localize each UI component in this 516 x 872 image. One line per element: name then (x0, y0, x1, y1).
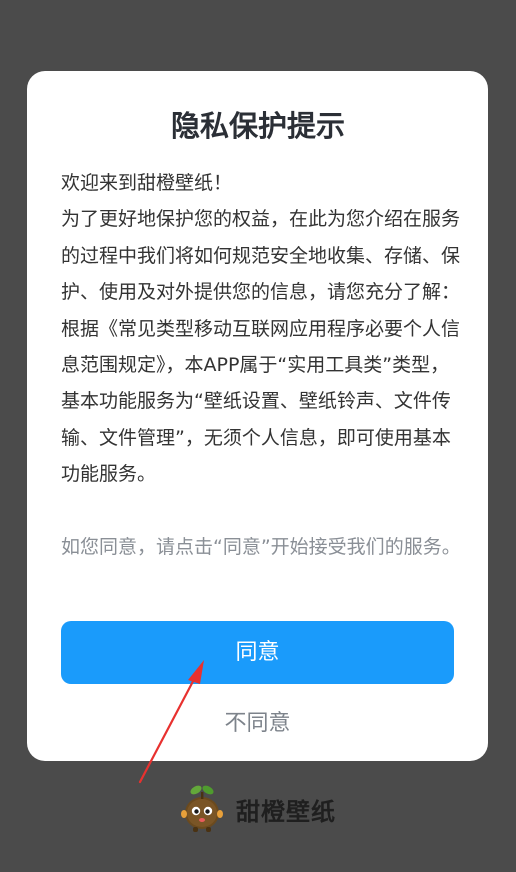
agree-button[interactable]: 同意 (61, 621, 454, 684)
welcome-paragraph: 欢迎来到甜橙壁纸！ (61, 172, 233, 194)
intro-paragraph: 为了更好地保护您的权益，在此为您介绍在服务的过程中我们将如何规范安全地收集、存储… (61, 208, 461, 304)
regulation-paragraph: 根据《常见类型移动互联网应用程序必要个人信息范围规定》，本APP属于“实用工具类… (61, 317, 461, 486)
brand-name: 甜橙壁纸 (236, 797, 336, 826)
disagree-button[interactable]: 不同意 (61, 702, 454, 746)
dialog-title: 隐私保护提示 (170, 109, 345, 143)
privacy-policy-text[interactable]: 欢迎来到甜橙壁纸！ 为了更好地保护您的权益，在此为您介绍在服务的过程中我们将如何… (61, 165, 461, 508)
consent-note: 如您同意，请点击“同意”开始接受我们的服务。 (61, 536, 461, 558)
orange-mascot-icon (181, 785, 223, 832)
brand-footer: 甜橙壁纸 (176, 783, 336, 835)
